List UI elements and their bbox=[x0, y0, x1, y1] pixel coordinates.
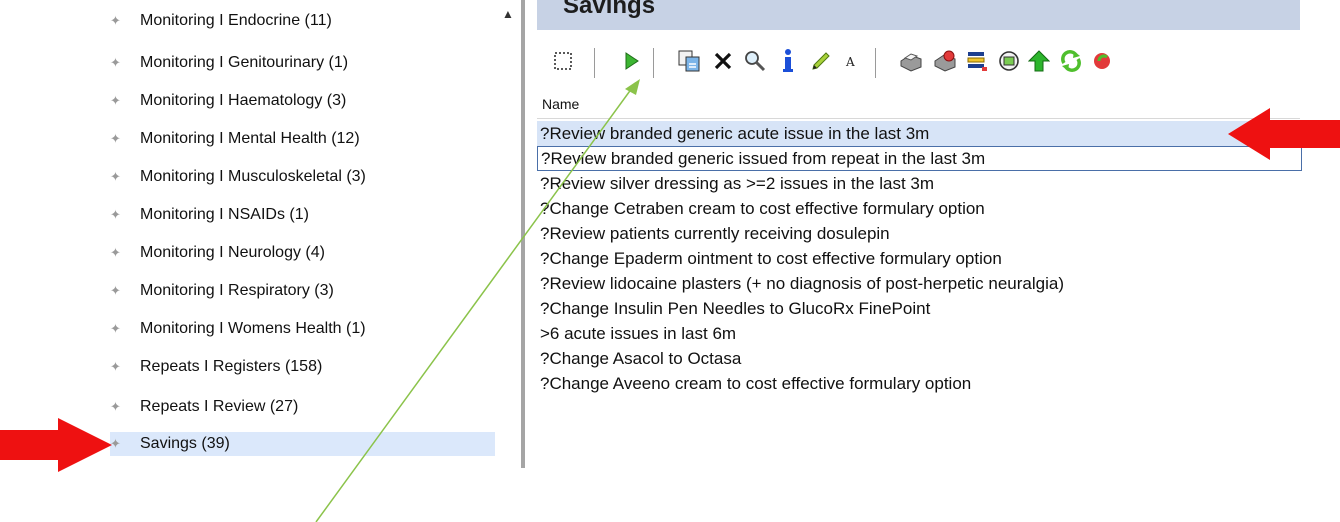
red-arrow-icon bbox=[1228, 108, 1340, 160]
pointer-line bbox=[315, 87, 633, 522]
red-arrow-icon bbox=[0, 418, 112, 472]
annotation-overlay bbox=[0, 79, 1340, 522]
pointer-arrowhead bbox=[625, 79, 640, 95]
